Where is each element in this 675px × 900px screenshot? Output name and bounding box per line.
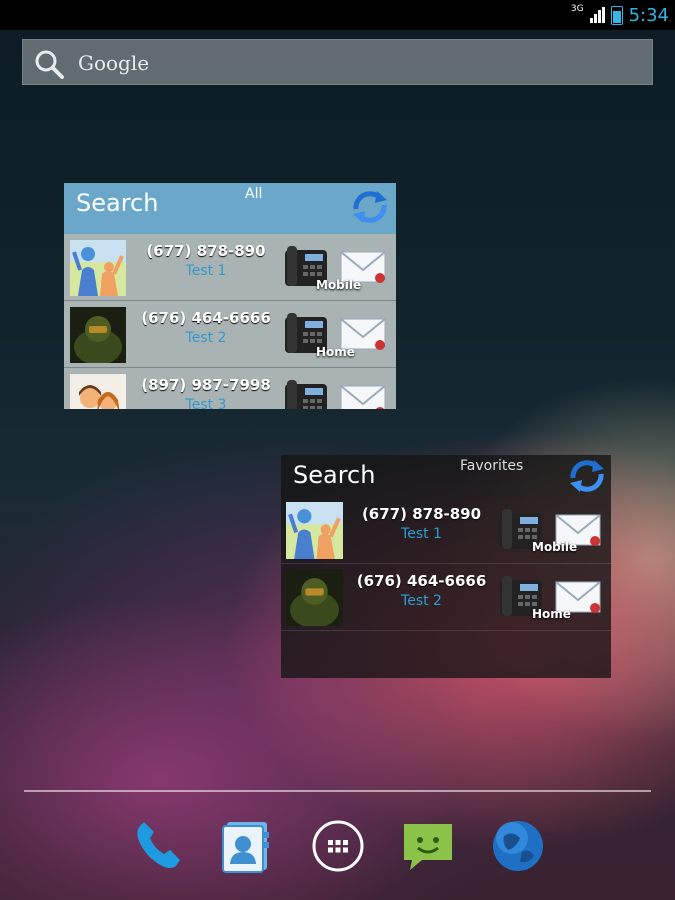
desk-phone-icon[interactable] [283,378,329,409]
phone-type-label: Mobile [532,540,578,554]
contact-info: (677) 878-890 Test 1 [349,497,494,563]
widget-title[interactable]: Search [76,189,158,217]
contact-name[interactable]: Test 2 [349,593,494,609]
widget-title[interactable]: Search [293,461,375,489]
contact-list: (677) 878-890 Test 1 Mobile (676) 464-66… [64,234,396,409]
google-search-bar[interactable]: Google [22,39,653,85]
contacts-app-icon[interactable] [219,818,275,874]
refresh-icon[interactable] [567,458,607,494]
phone-type-label: Mobile [316,278,362,292]
battery-icon [610,5,623,25]
widget-header: Search All [64,183,396,234]
list-item[interactable]: (676) 464-6666 Test 2 Home [281,564,611,631]
filter-label[interactable]: All [245,186,262,202]
list-item[interactable]: (897) 987-7998 Test 3 [64,368,396,409]
contact-info: (676) 464-6666 Test 2 [132,301,280,367]
friends-avatar-icon [286,502,343,559]
contact-name[interactable]: Test 1 [132,263,280,279]
phone-number: (897) 987-7998 [141,376,271,394]
phone-type-label: Home [532,607,571,621]
phone-number: (676) 464-6666 [141,309,271,327]
soldier-avatar-icon [286,569,343,626]
status-icons: 3G 5:34 [571,2,669,28]
list-item[interactable]: (677) 878-890 Test 1 Mobile [281,497,611,564]
phone-number: (676) 464-6666 [356,572,487,590]
dock-divider [24,790,651,792]
all-apps-icon[interactable] [310,818,366,874]
friends-avatar-icon [70,240,126,296]
refresh-icon[interactable] [350,189,390,225]
messaging-app-icon[interactable] [400,818,456,874]
phone-type-label: Home [316,345,355,359]
filter-label[interactable]: Favorites [460,458,523,474]
widget-header: Search Favorites [281,455,611,497]
soldier-avatar-icon [70,307,126,363]
contact-name[interactable]: Test 2 [132,330,280,346]
status-bar: 3G 5:34 [0,0,675,30]
signal-icon [589,7,605,23]
phone-number: (677) 878-890 [361,505,482,523]
list-item[interactable]: (676) 464-6666 Test 2 Home [64,301,396,368]
contact-list: (677) 878-890 Test 1 Mobile (676) 464-66… [281,497,611,631]
phone-app-icon[interactable] [130,818,186,874]
list-item[interactable]: (677) 878-890 Test 1 Mobile [64,234,396,301]
couple-avatar-icon [70,374,126,409]
contact-info: (677) 878-890 Test 1 [132,234,280,300]
contact-info: (897) 987-7998 Test 3 [132,368,280,409]
phone-number: (677) 878-890 [146,242,266,260]
google-search-label: Google [78,51,150,75]
email-icon[interactable] [340,382,386,409]
browser-app-icon[interactable] [490,818,546,874]
contact-name[interactable]: Test 1 [349,526,494,542]
contact-search-widget-favorites: Search Favorites (677) 878-890 Test 1 Mo… [281,455,611,678]
contact-name[interactable]: Test 3 [132,397,280,409]
contact-info: (676) 464-6666 Test 2 [349,564,494,630]
clock: 5:34 [628,4,669,26]
contact-search-widget-all: Search All (677) 878-890 Test 1 Mobile (… [64,183,396,409]
network-type: 3G [570,4,584,14]
search-icon [35,50,64,79]
